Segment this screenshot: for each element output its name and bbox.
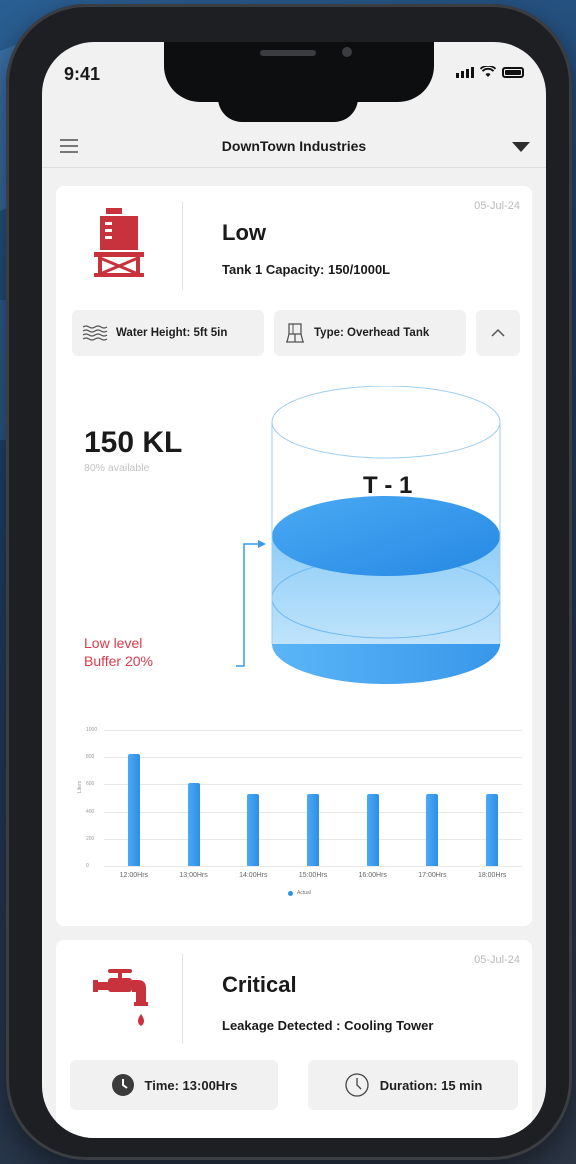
top-bar: DownTown Industries (42, 124, 546, 168)
dropdown-arrow-icon[interactable] (512, 142, 530, 152)
card-divider (182, 202, 183, 290)
card-divider (182, 954, 183, 1044)
time-chip: Time: 13:00Hrs (70, 1060, 278, 1110)
alert-status: Critical (222, 972, 297, 997)
tank-type-label: Type: Overhead Tank (314, 327, 430, 339)
leak-description: Leakage Detected : Cooling Tower (222, 1018, 434, 1033)
y-tick-label: 1000 (86, 727, 98, 733)
tank-label: T - 1 (363, 472, 413, 499)
x-tick-label: 16:00Hrs (358, 872, 387, 879)
duration-label: Duration: 15 min (379, 1077, 483, 1093)
chart-gridline (104, 866, 522, 867)
y-tick-label: 800 (86, 754, 95, 761)
wifi-icon (480, 66, 496, 77)
level-arrow-icon (236, 540, 266, 667)
status-icons (456, 66, 524, 78)
chart-gridline (104, 784, 522, 786)
chart-bar (426, 793, 439, 866)
battery-icon (502, 67, 524, 78)
leak-alert-card[interactable]: 05-Jul-24 Critical Leakage Detected : Co… (56, 940, 532, 1138)
clock-filled-icon (111, 1074, 134, 1096)
buffer-level: Low level Buffer 20% (84, 634, 153, 670)
overhead-tank-icon (286, 323, 304, 343)
chart-gridline (104, 757, 522, 759)
card-date: 05-Jul-24 (474, 954, 520, 966)
water-tap-icon (93, 969, 148, 1026)
water-height-label: Water Height: 5ft 5in (116, 327, 228, 339)
phone-frame: 9:41 DownTown Industries 05-Jul-24 Low T… (6, 4, 572, 1160)
x-tick-label: 15:00Hrs (298, 872, 328, 879)
legend-marker (288, 890, 293, 896)
speaker (260, 50, 316, 56)
chart-bar (486, 793, 499, 866)
y-tick-label: 400 (86, 808, 95, 815)
phone-screen: 9:41 DownTown Industries 05-Jul-24 Low T… (42, 42, 546, 1138)
x-tick-label: 17:00Hrs (418, 872, 447, 879)
collapse-button[interactable] (476, 310, 520, 356)
y-tick-label: 200 (86, 835, 95, 842)
time-label: Time: 13:00Hrs (144, 1077, 238, 1093)
waves-icon (82, 325, 108, 341)
organization-title: DownTown Industries (221, 138, 367, 154)
tank-capacity: Tank 1 Capacity: 150/1000L (222, 262, 391, 277)
chart-bar (307, 793, 319, 866)
clock-outline-icon (345, 1073, 369, 1097)
tank-type-chip: Type: Overhead Tank (274, 310, 466, 356)
chart-bar (366, 793, 379, 866)
legend-label: Actual (297, 890, 311, 896)
signal-icon (456, 67, 474, 78)
status-time: 9:41 (64, 64, 101, 84)
volume-value: 150 KL (84, 426, 183, 459)
y-tick-label: 0 (86, 863, 89, 869)
buffer-line-1: Low level (84, 635, 143, 651)
dynamic-island (218, 82, 358, 122)
tank-alert-card[interactable]: 05-Jul-24 Low Tank 1 Capacity: 150/1000L (56, 186, 532, 926)
y-axis-label: Liters (77, 780, 84, 794)
duration-chip: Duration: 15 min (308, 1060, 518, 1110)
chart-bar (127, 754, 140, 866)
buffer-line-2: Buffer 20% (84, 653, 154, 669)
x-tick-label: 12:00Hrs (119, 872, 149, 879)
available-percentage: 80% available (84, 462, 150, 474)
chevron-up-icon (491, 328, 505, 337)
alert-status: Low (222, 220, 266, 245)
water-tower-icon (94, 208, 144, 277)
chart-legend: Actual (288, 890, 311, 896)
tank-graphic (271, 386, 501, 684)
x-tick-label: 13:00Hrs (179, 872, 208, 879)
water-height-chip: Water Height: 5ft 5in (72, 310, 264, 356)
camera (342, 47, 352, 57)
chart-bar (247, 793, 260, 866)
x-tick-label: 18:00Hrs (477, 872, 507, 879)
y-tick-label: 600 (86, 781, 95, 788)
usage-bar-chart: Liters Actual 1000 800 600 400 200 0 12:00Hrs 1… (76, 722, 522, 902)
chart-bar (187, 783, 200, 866)
chart-gridline (104, 730, 522, 731)
card-date: 05-Jul-24 (474, 200, 520, 212)
x-tick-label: 14:00Hrs (239, 872, 268, 879)
